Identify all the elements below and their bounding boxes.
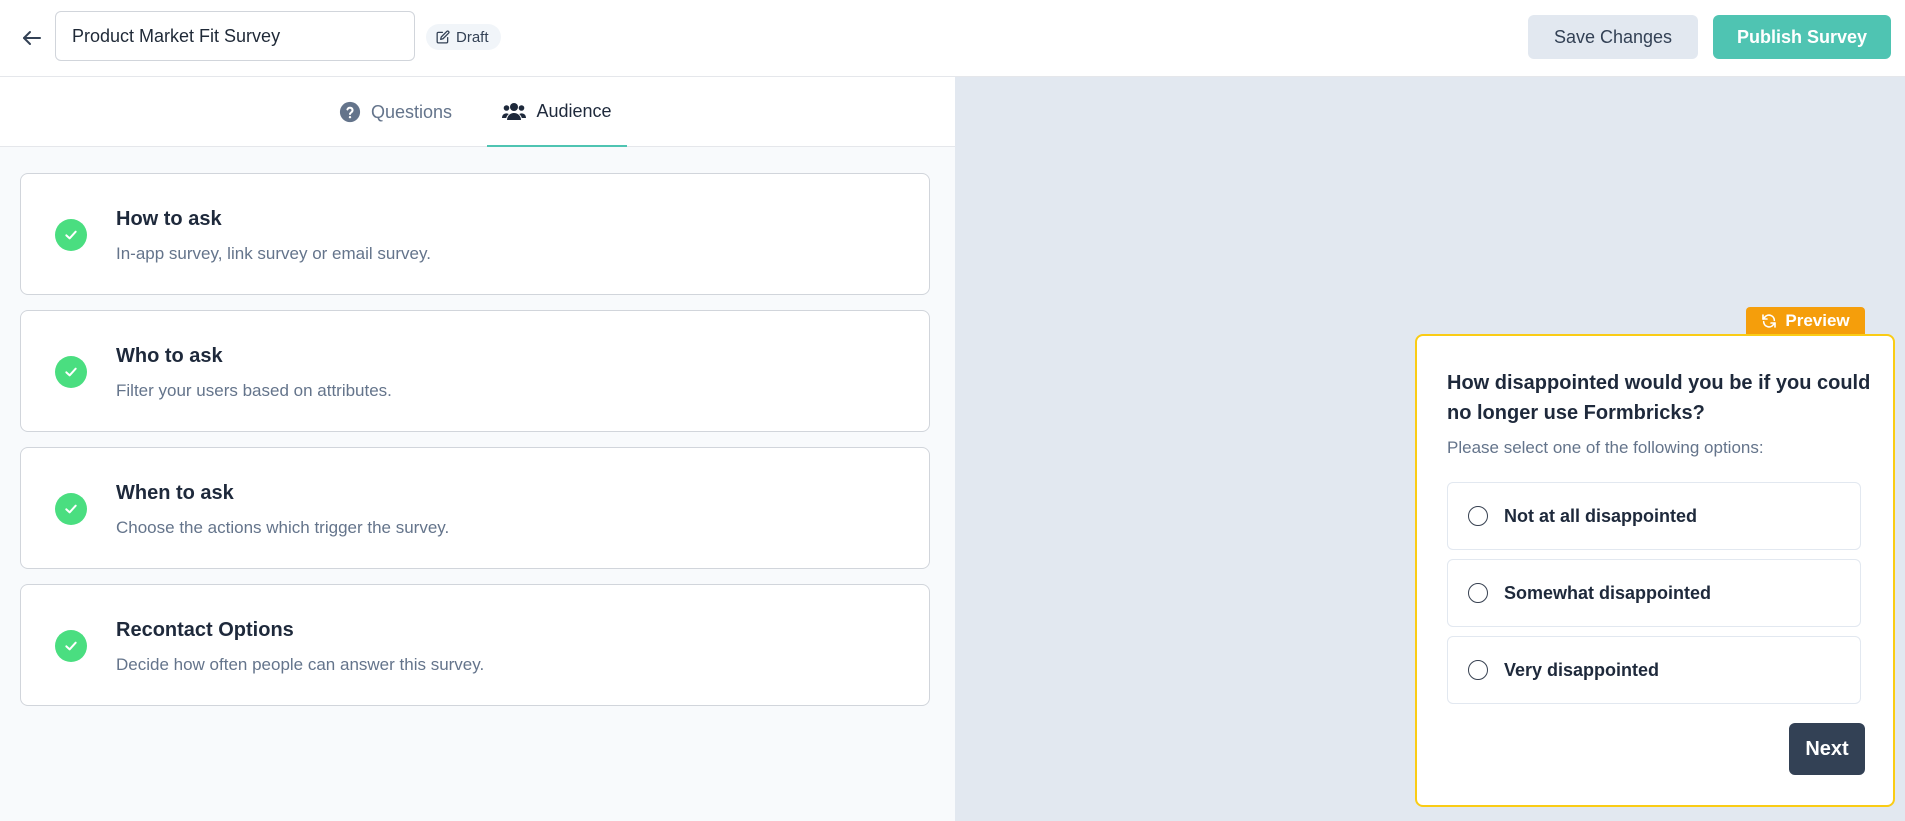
editor-tabs: Questions Audience (0, 77, 955, 147)
status-badge: Draft (426, 24, 501, 50)
survey-title-input[interactable] (55, 11, 415, 61)
card-how-to-ask[interactable]: How to ask In-app survey, link survey or… (20, 173, 930, 295)
card-title: When to ask (116, 482, 234, 504)
preview-tag[interactable]: Preview (1746, 307, 1865, 335)
choice-option[interactable]: Very disappointed (1447, 636, 1861, 704)
card-title: How to ask (116, 208, 222, 230)
check-circle-icon (55, 356, 87, 388)
tab-audience-label: Audience (536, 100, 612, 121)
radio-button[interactable] (1468, 583, 1488, 603)
tab-audience[interactable]: Audience (487, 77, 627, 147)
users-icon (502, 103, 527, 120)
status-badge-label: Draft (456, 28, 489, 46)
back-button[interactable] (16, 22, 48, 54)
choice-label: Very disappointed (1504, 659, 1660, 680)
save-changes-button[interactable]: Save Changes (1528, 15, 1698, 59)
tab-questions-label: Questions (371, 101, 453, 122)
question-subheader: Please select one of the following optio… (1447, 438, 1764, 457)
radio-button[interactable] (1468, 660, 1488, 680)
editor-panel: Questions Audience How to ask In-app sur… (0, 77, 955, 821)
choice-option[interactable]: Somewhat disappointed (1447, 559, 1861, 627)
radio-button[interactable] (1468, 506, 1488, 526)
check-circle-icon (55, 219, 87, 251)
card-description: In-app survey, link survey or email surv… (116, 244, 431, 263)
check-circle-icon (55, 493, 87, 525)
publish-survey-button[interactable]: Publish Survey (1713, 15, 1891, 59)
tab-questions[interactable]: Questions (339, 77, 452, 147)
question-circle-icon (339, 101, 361, 123)
card-title: Who to ask (116, 345, 223, 367)
question-headline: How disappointed would you be if you cou… (1447, 372, 1871, 424)
next-button[interactable]: Next (1789, 723, 1865, 775)
choice-option[interactable]: Not at all disappointed (1447, 482, 1861, 550)
choice-label: Somewhat disappointed (1504, 582, 1712, 603)
card-description: Choose the actions which trigger the sur… (116, 518, 450, 537)
card-when-to-ask[interactable]: When to ask Choose the actions which tri… (20, 447, 930, 569)
card-who-to-ask[interactable]: Who to ask Filter your users based on at… (20, 310, 930, 432)
card-description: Decide how often people can answer this … (116, 655, 485, 674)
card-recontact-options[interactable]: Recontact Options Decide how often peopl… (20, 584, 930, 706)
refresh-icon (1762, 314, 1777, 328)
check-circle-icon (55, 630, 87, 662)
arrow-left-icon (23, 31, 41, 45)
edit-icon (436, 30, 450, 44)
choice-label: Not at all disappointed (1504, 505, 1698, 526)
top-bar: Draft Save Changes Publish Survey (0, 0, 1905, 77)
card-description: Filter your users based on attributes. (116, 381, 392, 400)
card-title: Recontact Options (116, 619, 294, 641)
preview-tag-label: Preview (1785, 311, 1850, 330)
survey-preview-card: How disappointed would you be if you cou… (1415, 334, 1895, 807)
